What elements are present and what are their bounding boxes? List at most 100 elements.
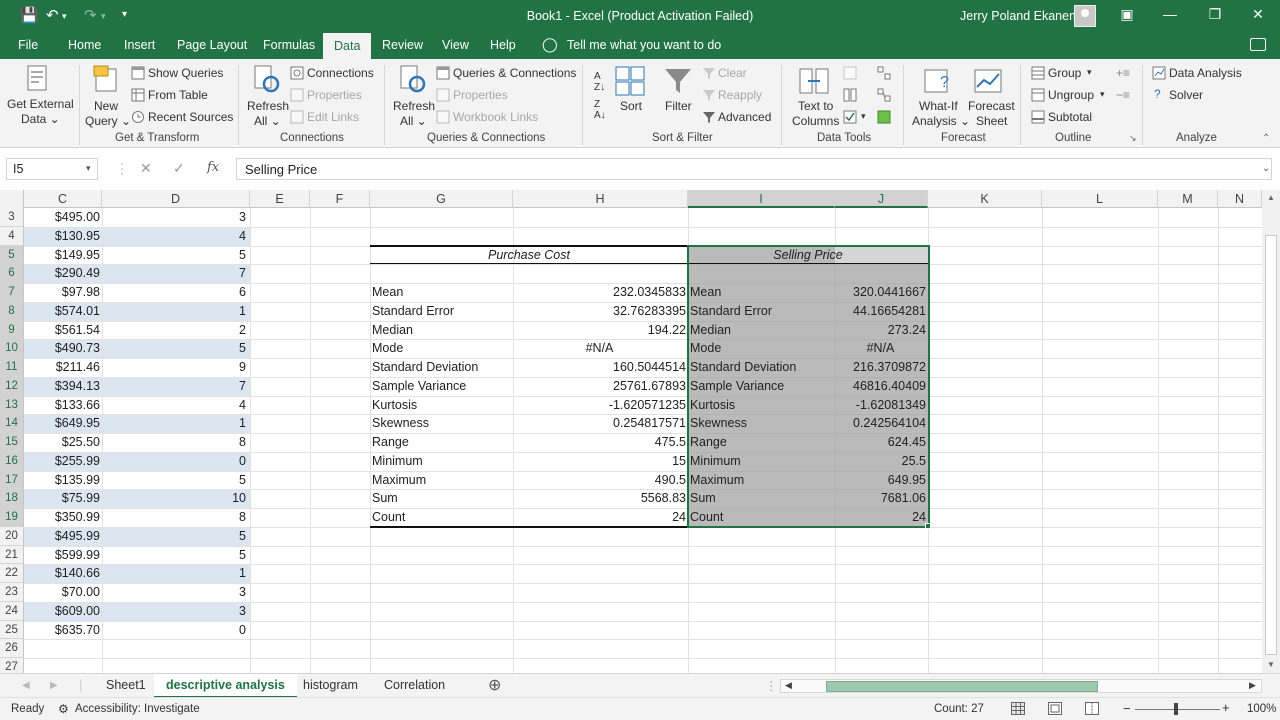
scroll-up-icon[interactable]: ▲ xyxy=(1267,193,1275,202)
tell-me-search[interactable]: Tell me what you want to do xyxy=(567,38,721,52)
vertical-scroll-thumb[interactable] xyxy=(1265,235,1277,655)
purchase-stat-label[interactable]: Mean xyxy=(372,283,512,302)
cell-d14[interactable]: 1 xyxy=(102,414,246,433)
group-dropdown-icon[interactable]: ▾ xyxy=(1087,67,1092,78)
purchase-cost-header[interactable]: Purchase Cost xyxy=(370,246,688,265)
cell-c4[interactable]: $130.95 xyxy=(24,227,100,246)
formula-input[interactable]: Selling Price xyxy=(236,158,1272,180)
cell-c6[interactable]: $290.49 xyxy=(24,264,100,283)
sheet-tab-sheet1[interactable]: Sheet1 xyxy=(106,678,146,692)
close-icon[interactable]: ✕ xyxy=(1243,6,1273,23)
minimize-icon[interactable]: — xyxy=(1155,6,1185,22)
advanced-button[interactable]: Advanced xyxy=(718,110,771,124)
page-layout-view-icon[interactable] xyxy=(1048,702,1062,715)
cell-c21[interactable]: $599.99 xyxy=(24,546,100,565)
workbook-links-button[interactable]: Workbook Links xyxy=(453,110,538,124)
column-header-f[interactable]: F xyxy=(310,190,370,208)
cell-d21[interactable]: 5 xyxy=(102,546,246,565)
avatar[interactable] xyxy=(1074,5,1096,27)
purchase-stat-label[interactable]: Mode xyxy=(372,339,512,358)
column-header-j[interactable]: J xyxy=(835,190,928,208)
text-to-columns-button[interactable]: Text to xyxy=(798,99,833,113)
tab-home[interactable]: Home xyxy=(68,38,101,52)
row-header-11[interactable]: 11 xyxy=(0,358,24,377)
cell-d3[interactable]: 3 xyxy=(102,208,246,227)
purchase-stat-label[interactable]: Minimum xyxy=(372,452,512,471)
column-header-m[interactable]: M xyxy=(1158,190,1218,208)
column-header-n[interactable]: N xyxy=(1218,190,1262,208)
from-table-button[interactable]: From Table xyxy=(148,88,208,102)
select-all-corner[interactable] xyxy=(0,190,24,208)
data-validation-dropdown-icon[interactable]: ▾ xyxy=(861,111,866,122)
purchase-stat-label[interactable]: Skewness xyxy=(372,414,512,433)
cell-c8[interactable]: $574.01 xyxy=(24,302,100,321)
cell-c25[interactable]: $635.70 xyxy=(24,621,100,640)
row-header-21[interactable]: 21 xyxy=(0,545,24,565)
forecast-sheet-button[interactable]: Forecast xyxy=(968,99,1015,113)
hide-detail-icon[interactable]: −≡ xyxy=(1116,88,1130,102)
purchase-stat-value[interactable]: 475.5 xyxy=(513,433,686,452)
cell-d24[interactable]: 3 xyxy=(102,602,246,621)
row-header-5[interactable]: 5 xyxy=(0,245,24,265)
recent-sources-button[interactable]: Recent Sources xyxy=(148,110,233,124)
sheet-tab-histogram[interactable]: histogram xyxy=(303,678,358,692)
get-external-data-button[interactable]: Get External xyxy=(7,97,74,111)
name-box[interactable]: I5 xyxy=(6,158,98,180)
column-header-d[interactable]: D xyxy=(102,190,250,208)
row-header-4[interactable]: 4 xyxy=(0,226,24,246)
vertical-scrollbar[interactable]: ▲ ▼ xyxy=(1262,190,1280,673)
column-header-c[interactable]: C xyxy=(24,190,102,208)
show-queries-button[interactable]: Show Queries xyxy=(148,66,223,80)
purchase-stat-label[interactable]: Sum xyxy=(372,489,512,508)
cell-d20[interactable]: 5 xyxy=(102,527,246,546)
scroll-down-icon[interactable]: ▼ xyxy=(1267,660,1275,669)
filter-button[interactable]: Filter xyxy=(665,99,692,113)
purchase-stat-value[interactable]: -1.620571235 xyxy=(513,396,686,415)
cell-d25[interactable]: 0 xyxy=(102,621,246,640)
queries-connections-button[interactable]: Queries & Connections xyxy=(453,66,576,80)
row-header-6[interactable]: 6 xyxy=(0,264,24,283)
cell-c9[interactable]: $561.54 xyxy=(24,321,100,340)
row-header-19[interactable]: 19 xyxy=(0,508,24,527)
refresh-all-button[interactable]: Refresh xyxy=(247,99,289,113)
row-header-25[interactable]: 25 xyxy=(0,620,24,640)
row-header-27[interactable]: 27 xyxy=(0,658,24,673)
sheet-tab-correlation[interactable]: Correlation xyxy=(384,678,445,692)
collapse-ribbon-icon[interactable]: ⌃ xyxy=(1262,133,1270,144)
cell-d5[interactable]: 5 xyxy=(102,246,246,265)
user-name[interactable]: Jerry Poland Ekanem xyxy=(960,9,1080,23)
cell-c16[interactable]: $255.99 xyxy=(24,452,100,471)
cell-d6[interactable]: 7 xyxy=(102,264,246,283)
cell-c13[interactable]: $133.66 xyxy=(24,396,100,415)
insert-function-icon[interactable]: fx xyxy=(207,160,219,175)
ribbon-display-icon[interactable]: ▣ xyxy=(1112,6,1142,23)
tab-formulas[interactable]: Formulas xyxy=(263,38,315,52)
cell-c5[interactable]: $149.95 xyxy=(24,246,100,265)
row-header-9[interactable]: 9 xyxy=(0,320,24,340)
cell-c24[interactable]: $609.00 xyxy=(24,602,100,621)
cell-d19[interactable]: 8 xyxy=(102,508,246,527)
tab-view[interactable]: View xyxy=(442,38,469,52)
remove-duplicates-icon[interactable] xyxy=(843,88,857,102)
purchase-stat-value[interactable]: 5568.83 xyxy=(513,489,686,508)
tab-file[interactable]: File xyxy=(18,38,38,52)
new-query-button-line2[interactable]: Query ⌄ xyxy=(85,114,131,128)
refresh-all-button-2-line2[interactable]: All ⌄ xyxy=(400,114,427,128)
show-detail-icon[interactable]: +≡ xyxy=(1116,66,1130,80)
properties-button[interactable]: Properties xyxy=(307,88,362,102)
purchase-stat-value[interactable]: 15 xyxy=(513,452,686,471)
cell-d8[interactable]: 1 xyxy=(102,302,246,321)
cancel-icon[interactable]: ✕ xyxy=(140,160,152,177)
cell-d12[interactable]: 7 xyxy=(102,377,246,396)
zoom-in-icon[interactable]: + xyxy=(1222,700,1230,715)
purchase-stat-value[interactable]: 194.22 xyxy=(513,321,686,340)
forecast-sheet-button-line2[interactable]: Sheet xyxy=(976,114,1007,128)
tab-page-layout[interactable]: Page Layout xyxy=(177,38,247,52)
purchase-stat-value[interactable]: 32.76283395 xyxy=(513,302,686,321)
row-header-14[interactable]: 14 xyxy=(0,414,24,433)
prev-sheet-icon[interactable]: ◀ xyxy=(22,680,30,691)
cell-c23[interactable]: $70.00 xyxy=(24,583,100,602)
refresh-all-button-2[interactable]: Refresh xyxy=(393,99,435,113)
clear-button[interactable]: Clear xyxy=(718,66,747,80)
cell-d23[interactable]: 3 xyxy=(102,583,246,602)
